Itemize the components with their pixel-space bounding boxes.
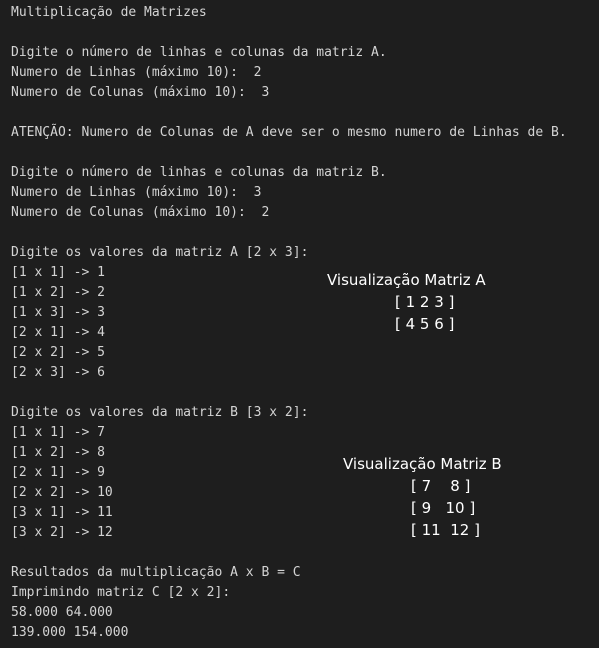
console-line: Numero de Colunas (máximo 10): 2 (11, 205, 270, 220)
console-line: Multiplicação de Matrizes (11, 5, 207, 20)
console-line: Numero de Linhas (máximo 10): 2 (11, 65, 262, 80)
console-line: [2 x 3] -> 6 (11, 365, 105, 380)
console-line: [3 x 1] -> 11 (11, 505, 113, 520)
console-line: [1 x 1] -> 7 (11, 425, 105, 440)
console-line: 58.000 64.000 (11, 605, 113, 620)
console-line: Digite os valores da matriz B [3 x 2]: (11, 405, 309, 420)
console-line: [2 x 1] -> 9 (11, 465, 105, 480)
matrix-a-row-1: [ 1 2 3 ] (395, 293, 455, 311)
console-line: Numero de Linhas (máximo 10): 3 (11, 185, 262, 200)
matrix-a-visualization-title: Visualização Matriz A (327, 271, 486, 289)
console-line: [2 x 2] -> 5 (11, 345, 105, 360)
console-line: Imprimindo matriz C [2 x 2]: (11, 585, 231, 600)
console-line: Digite o número de linhas e colunas da m… (11, 45, 387, 60)
console-line: Digite os valores da matriz A [2 x 3]: (11, 245, 309, 260)
console-line: [3 x 2] -> 12 (11, 525, 113, 540)
console-line: [1 x 2] -> 2 (11, 285, 105, 300)
console-line: [2 x 1] -> 4 (11, 325, 105, 340)
console-line: [1 x 2] -> 8 (11, 445, 105, 460)
console-line: [1 x 1] -> 1 (11, 265, 105, 280)
matrix-a-row-2: [ 4 5 6 ] (395, 315, 455, 333)
matrix-b-row-2: [ 9 10 ] (411, 499, 476, 517)
console-line: [1 x 3] -> 3 (11, 305, 105, 320)
console-line: ATENÇÃO: Numero de Colunas de A deve ser… (11, 125, 567, 140)
terminal-output: Multiplicação de Matrizes Digite o número… (0, 0, 599, 648)
console-line: Numero de Colunas (máximo 10): 3 (11, 85, 270, 100)
matrix-b-row-3: [ 11 12 ] (411, 521, 480, 539)
console-line: Digite o número de linhas e colunas da m… (11, 165, 387, 180)
console-line: [2 x 2] -> 10 (11, 485, 113, 500)
console-line: Resultados da multiplicação A x B = C (11, 565, 301, 580)
console-line: 139.000 154.000 (11, 625, 129, 640)
matrix-b-row-1: [ 7 8 ] (411, 477, 471, 495)
matrix-b-visualization-title: Visualização Matriz B (343, 455, 502, 473)
